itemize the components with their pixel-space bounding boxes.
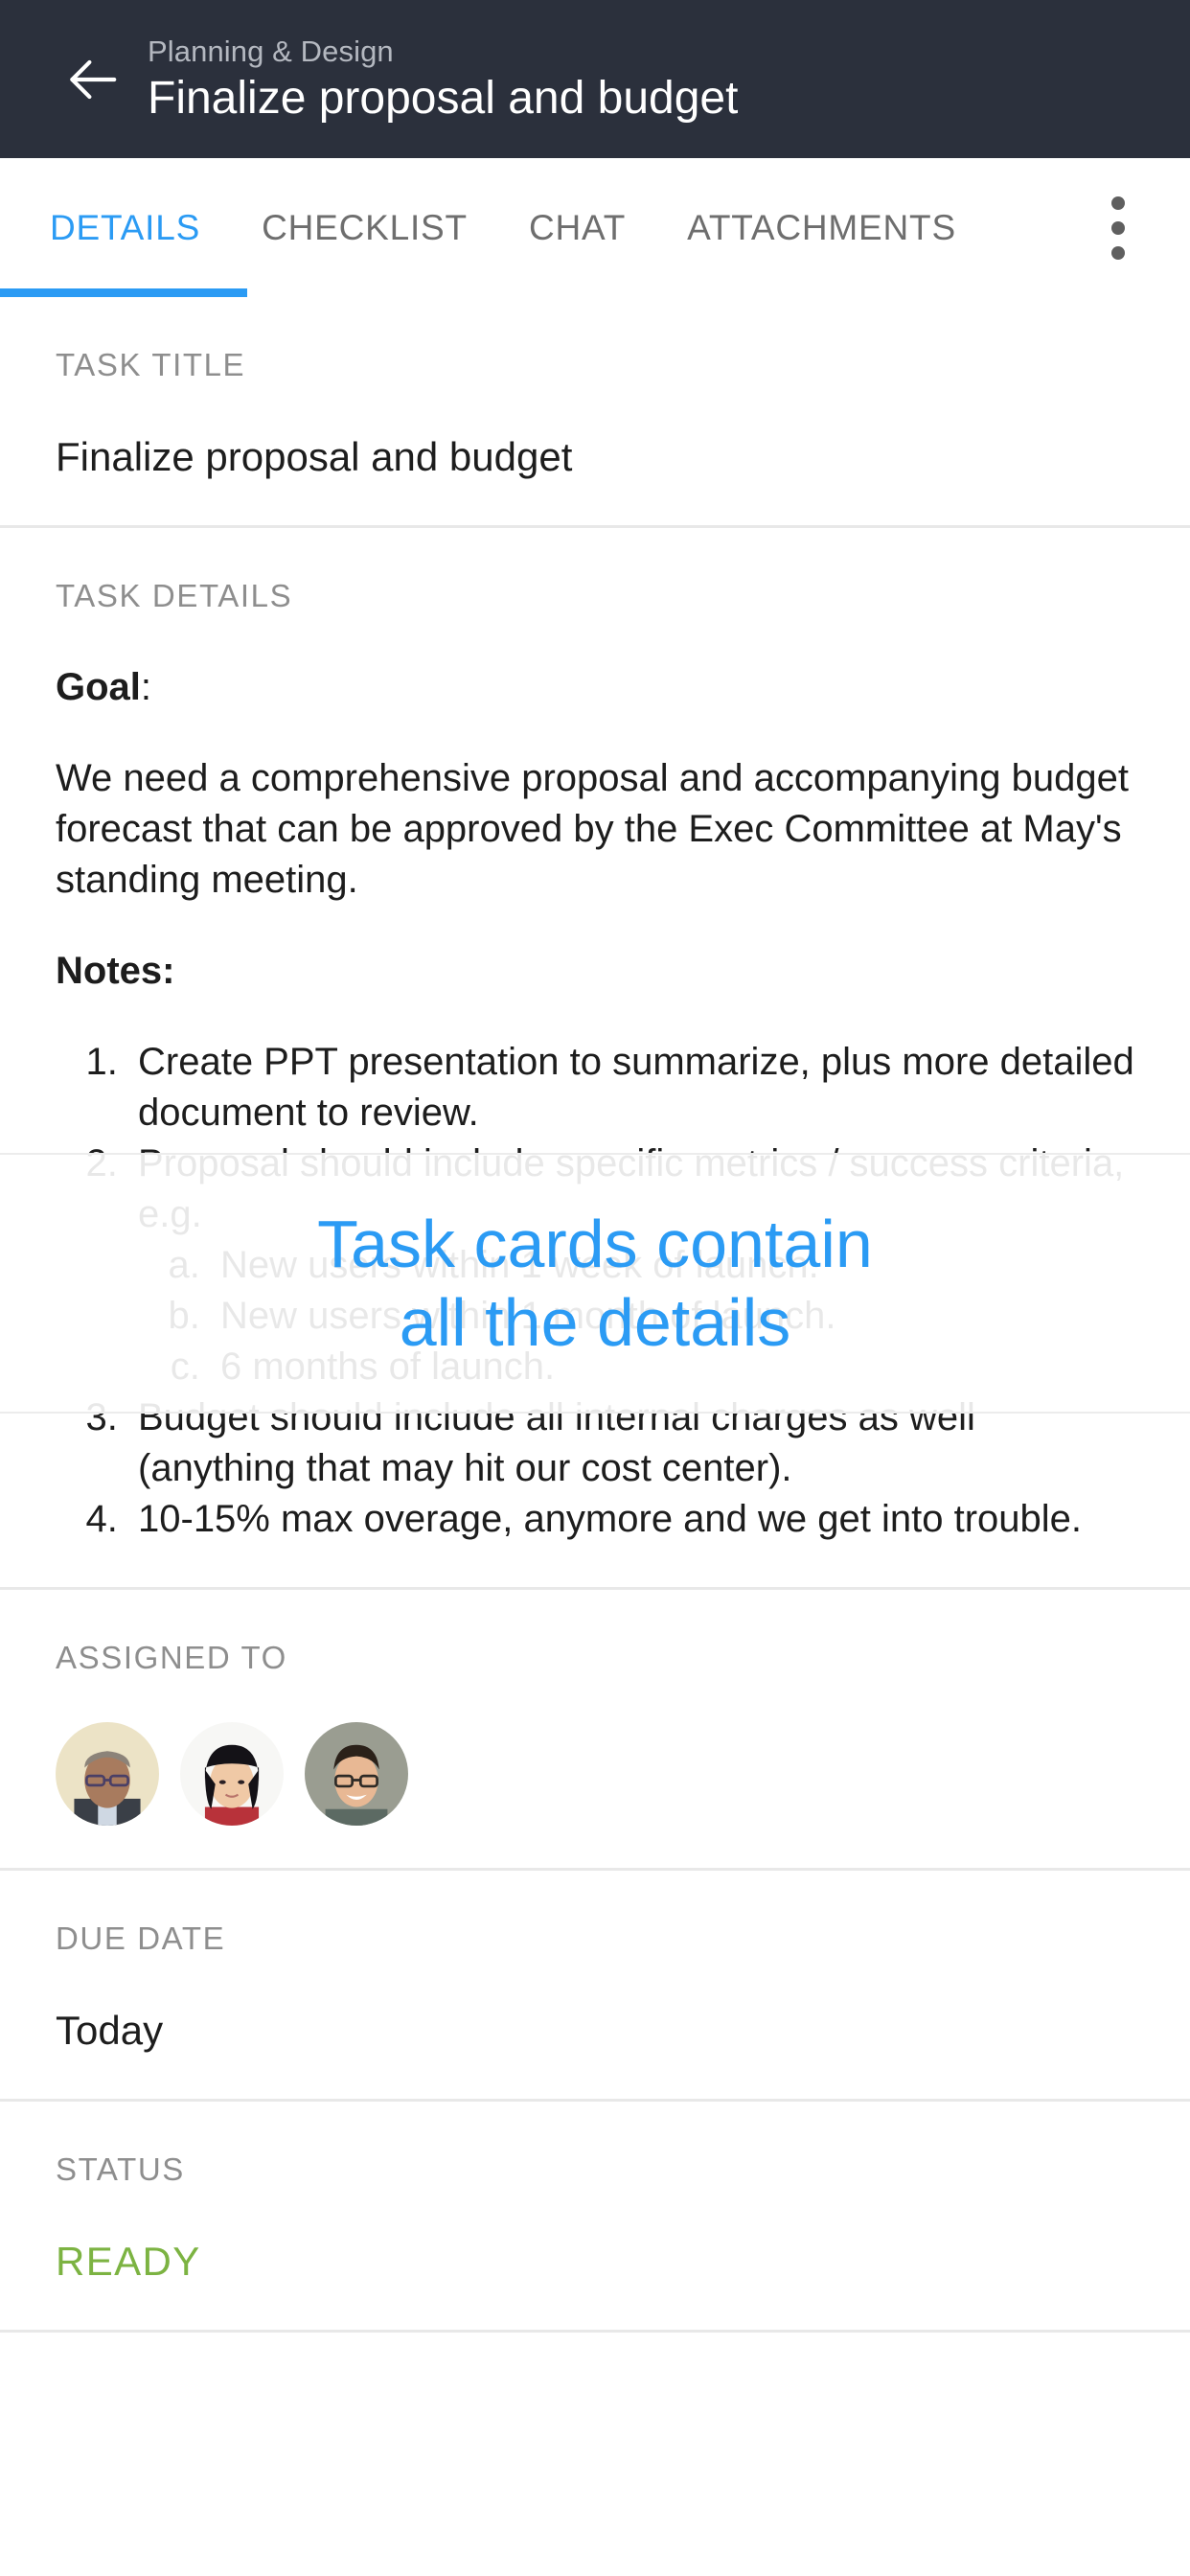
app-bar: Planning & Design Finalize proposal and … bbox=[0, 0, 1190, 158]
app-bar-text: Planning & Design Finalize proposal and … bbox=[148, 33, 738, 126]
list-item: Proposal should include specific metrics… bbox=[128, 1138, 1134, 1392]
due-date-value: Today bbox=[56, 2008, 164, 2053]
list-item: 6 months of launch. bbox=[211, 1342, 1134, 1392]
list-item: Create PPT presentation to summarize, pl… bbox=[128, 1037, 1134, 1138]
task-title-section[interactable]: TASK TITLE Finalize proposal and budget bbox=[0, 297, 1190, 528]
active-tab-indicator bbox=[0, 288, 247, 297]
overflow-dot bbox=[1111, 220, 1125, 235]
avatar[interactable] bbox=[180, 1722, 284, 1826]
overflow-dot bbox=[1111, 245, 1125, 260]
note-text: Proposal should include specific metrics… bbox=[138, 1142, 1125, 1235]
overflow-dot bbox=[1111, 196, 1125, 210]
tab-checklist[interactable]: CHECKLIST bbox=[262, 208, 468, 248]
list-item: New users within 1 week of launch. bbox=[211, 1240, 1134, 1291]
tab-chat[interactable]: CHAT bbox=[529, 208, 626, 248]
note-text: Budget should include all internal charg… bbox=[138, 1396, 975, 1489]
assigned-to-label: ASSIGNED TO bbox=[56, 1640, 287, 1675]
arrow-left-icon bbox=[62, 50, 122, 109]
tab-bar: DETAILS CHECKLIST CHAT ATTACHMENTS bbox=[0, 158, 1190, 297]
back-button[interactable] bbox=[48, 35, 136, 124]
goal-heading: Goal: bbox=[56, 662, 1134, 713]
goal-heading-colon: : bbox=[140, 666, 152, 708]
task-title-value: Finalize proposal and budget bbox=[56, 434, 573, 479]
note-text: 10-15% max overage, anymore and we get i… bbox=[138, 1498, 1083, 1540]
list-item: 10-15% max overage, anymore and we get i… bbox=[128, 1494, 1134, 1545]
due-date-label: DUE DATE bbox=[56, 1920, 226, 1956]
assigned-to-section[interactable]: ASSIGNED TO bbox=[0, 1590, 1190, 1871]
list-item: New users within 1 month of launch. bbox=[211, 1291, 1134, 1342]
note-text: Create PPT presentation to summarize, pl… bbox=[138, 1041, 1134, 1134]
notes-sublist: New users within 1 week of launch. New u… bbox=[138, 1240, 1134, 1392]
breadcrumb: Planning & Design bbox=[148, 34, 394, 68]
status-section[interactable]: STATUS READY bbox=[0, 2102, 1190, 2333]
page-title: Finalize proposal and budget bbox=[148, 72, 739, 124]
task-title-label: TASK TITLE bbox=[56, 347, 246, 382]
list-item: Budget should include all internal charg… bbox=[128, 1392, 1134, 1494]
avatar[interactable] bbox=[56, 1722, 159, 1826]
task-details-section[interactable]: TASK DETAILS Goal: We need a comprehensi… bbox=[0, 528, 1190, 1590]
task-details-body: Goal: We need a comprehensive proposal a… bbox=[56, 662, 1134, 1545]
notes-heading-text: Notes: bbox=[56, 950, 175, 992]
goal-body: We need a comprehensive proposal and acc… bbox=[56, 757, 1129, 901]
more-vertical-icon[interactable] bbox=[1085, 185, 1152, 271]
notes-heading: Notes: bbox=[56, 946, 1134, 997]
goal-heading-text: Goal bbox=[56, 666, 141, 708]
status-label: STATUS bbox=[56, 2151, 185, 2187]
status-badge: READY bbox=[56, 2239, 201, 2284]
due-date-section[interactable]: DUE DATE Today bbox=[0, 1871, 1190, 2102]
notes-list: Create PPT presentation to summarize, pl… bbox=[56, 1037, 1134, 1545]
tab-attachments[interactable]: ATTACHMENTS bbox=[687, 208, 956, 248]
assignee-avatar-list bbox=[56, 1722, 1134, 1826]
avatar[interactable] bbox=[305, 1722, 408, 1826]
task-details-label: TASK DETAILS bbox=[56, 578, 293, 613]
tab-details[interactable]: DETAILS bbox=[50, 208, 200, 248]
